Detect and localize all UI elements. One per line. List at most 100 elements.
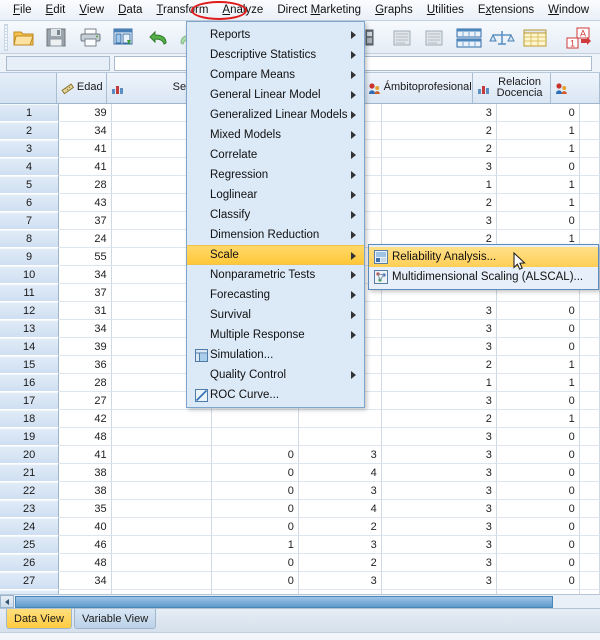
row-header[interactable]: 8 (0, 230, 60, 248)
menu-item-mixed-models[interactable]: Mixed Models (187, 125, 364, 145)
grid-cell[interactable]: 3 (381, 320, 497, 338)
menu-edit[interactable]: Edit (39, 1, 73, 19)
grid-cell[interactable]: 1 (496, 140, 580, 158)
grid-cell[interactable]: 0 (212, 554, 299, 572)
grid-cell[interactable]: 24 (59, 230, 112, 248)
row-header[interactable]: 5 (0, 176, 60, 194)
menu-item-generalized-linear-models[interactable]: Generalized Linear Models (187, 105, 364, 125)
scroll-left-arrow-icon[interactable] (0, 595, 14, 608)
grid-cell[interactable]: 2 (298, 518, 382, 536)
grid-cell[interactable] (579, 518, 600, 536)
menu-utilities[interactable]: Utilities (420, 1, 471, 19)
grid-cell[interactable]: 0 (212, 500, 299, 518)
grid-cell[interactable]: 1 (496, 194, 580, 212)
menu-item-quality-control[interactable]: Quality Control (187, 365, 364, 385)
value-labels-icon[interactable]: A 1 (560, 24, 594, 51)
grid-cell[interactable] (298, 428, 382, 446)
grid-cell[interactable] (579, 122, 600, 140)
menu-item-correlate[interactable]: Correlate (187, 145, 364, 165)
grid-cell[interactable]: 3 (298, 446, 382, 464)
toolbar-grip[interactable] (4, 24, 8, 51)
grid-cell[interactable]: 39 (59, 104, 112, 122)
compare-datasets-icon[interactable] (388, 24, 416, 51)
grid-cell[interactable]: 40 (59, 518, 112, 536)
menu-item-descriptive-statistics[interactable]: Descriptive Statistics (187, 45, 364, 65)
grid-cell[interactable]: 0 (496, 572, 580, 590)
grid-cell[interactable]: 43 (59, 194, 112, 212)
grid-cell[interactable]: 3 (381, 428, 497, 446)
cell-name-box[interactable] (6, 56, 110, 71)
grid-cell[interactable]: 34 (59, 266, 112, 284)
grid-cell[interactable] (579, 302, 600, 320)
grid-cell[interactable] (111, 464, 213, 482)
table-row[interactable]: 18 42 2 1 (0, 410, 600, 428)
grid-cell[interactable] (111, 572, 213, 590)
menu-item-general-linear-model[interactable]: General Linear Model (187, 85, 364, 105)
row-header[interactable]: 13 (0, 320, 60, 338)
table-row[interactable]: 27 34 0 3 3 0 (0, 572, 600, 590)
table-row[interactable]: 24 40 0 2 3 0 (0, 518, 600, 536)
grid-cell[interactable]: 3 (381, 302, 497, 320)
save-icon[interactable] (42, 24, 70, 51)
grid-cell[interactable] (579, 338, 600, 356)
grid-cell[interactable]: 38 (59, 464, 112, 482)
grid-cell[interactable]: 0 (496, 446, 580, 464)
menu-window[interactable]: Window (541, 1, 596, 19)
row-header[interactable]: 14 (0, 338, 60, 356)
menu-item-forecasting[interactable]: Forecasting (187, 285, 364, 305)
open-file-icon[interactable] (10, 24, 38, 51)
split-file-table-icon[interactable] (455, 24, 483, 51)
grid-cell[interactable]: 0 (496, 302, 580, 320)
table-row[interactable]: 26 48 0 2 3 0 (0, 554, 600, 572)
grid-cell[interactable]: 4 (298, 500, 382, 518)
grid-cell[interactable]: 0 (496, 554, 580, 572)
grid-cell[interactable]: 3 (298, 536, 382, 554)
grid-cell[interactable]: 2 (381, 140, 497, 158)
grid-cell[interactable] (579, 176, 600, 194)
menu-item-nonparametric-tests[interactable]: Nonparametric Tests (187, 265, 364, 285)
grid-cell[interactable]: 0 (212, 482, 299, 500)
grid-cell[interactable]: 2 (381, 194, 497, 212)
grid-cell[interactable]: 0 (496, 212, 580, 230)
row-header[interactable]: 22 (0, 482, 60, 500)
grid-cell[interactable]: 0 (212, 518, 299, 536)
row-header[interactable]: 15 (0, 356, 60, 374)
grid-cell[interactable]: 0 (212, 572, 299, 590)
grid-cell[interactable]: 1 (496, 410, 580, 428)
grid-cell[interactable] (579, 320, 600, 338)
menu-item-loglinear[interactable]: Loglinear (187, 185, 364, 205)
grid-cell[interactable]: 2 (298, 554, 382, 572)
table-row[interactable]: 19 48 3 0 (0, 428, 600, 446)
grid-cell[interactable]: 0 (212, 464, 299, 482)
row-header[interactable]: 23 (0, 500, 60, 518)
row-header[interactable]: 16 (0, 374, 60, 392)
row-header[interactable]: 1 (0, 104, 60, 122)
tab-data-view[interactable]: Data View (6, 609, 72, 629)
print-icon[interactable] (76, 24, 104, 51)
row-header[interactable]: 11 (0, 284, 60, 302)
grid-cell[interactable] (111, 410, 213, 428)
column-header-relaciondocencia[interactable]: Relacion Docencia (472, 73, 552, 103)
grid-cell[interactable]: 1 (381, 176, 497, 194)
menu-direct-marketing[interactable]: Direct Marketing (270, 1, 368, 19)
grid-cell[interactable]: 4 (298, 464, 382, 482)
row-header[interactable]: 2 (0, 122, 60, 140)
grid-cell[interactable]: 2 (381, 410, 497, 428)
grid-cell[interactable]: 3 (298, 482, 382, 500)
menu-help[interactable]: Help (596, 1, 600, 19)
grid-cell[interactable]: 1 (496, 374, 580, 392)
grid-cell[interactable]: 3 (381, 518, 497, 536)
grid-cell[interactable]: 31 (59, 302, 112, 320)
grid-cell[interactable]: 3 (381, 500, 497, 518)
row-header[interactable]: 21 (0, 464, 60, 482)
grid-cell[interactable] (298, 410, 382, 428)
grid-cell[interactable] (579, 428, 600, 446)
table-row[interactable]: 20 41 0 3 3 0 (0, 446, 600, 464)
grid-cell[interactable]: 48 (59, 554, 112, 572)
grid-cell[interactable] (579, 158, 600, 176)
grid-cell[interactable]: 3 (381, 104, 497, 122)
grid-cell[interactable]: 3 (298, 572, 382, 590)
grid-cell[interactable] (111, 518, 213, 536)
grid-cell[interactable]: 0 (496, 338, 580, 356)
row-header[interactable]: 9 (0, 248, 60, 266)
